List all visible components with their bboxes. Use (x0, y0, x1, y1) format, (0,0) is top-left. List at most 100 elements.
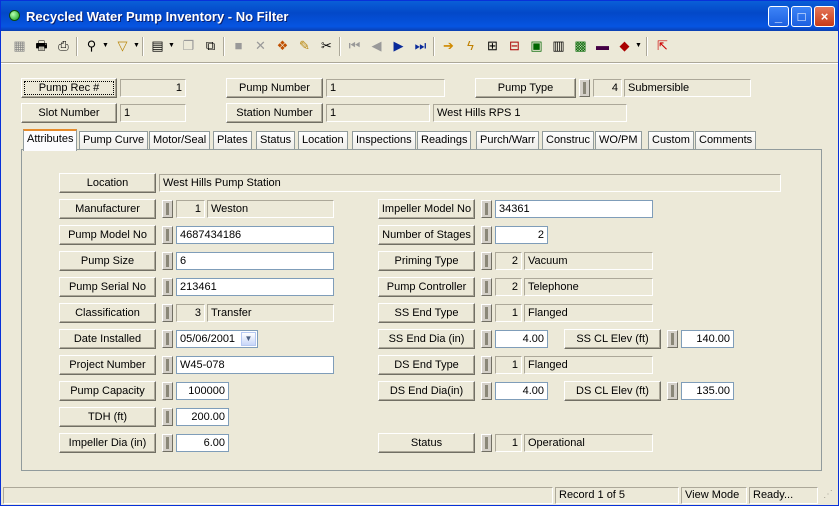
tab-motor-seal[interactable]: Motor/Seal (149, 131, 211, 150)
chevron-down-icon[interactable]: ▼ (102, 36, 109, 56)
maximize-button[interactable]: □ (791, 6, 812, 27)
project-number-button[interactable]: Project Number (59, 355, 156, 375)
pump-model-field[interactable]: 4687434186 (176, 226, 334, 244)
tab-attributes[interactable]: Attributes (23, 129, 78, 151)
binoculars-icon[interactable]: ⚲ (82, 36, 101, 56)
pump-size-button[interactable]: Pump Size (59, 251, 156, 271)
lookup-grip[interactable] (162, 226, 173, 244)
resize-grip-icon[interactable]: ⋰ (820, 487, 836, 504)
pump-type-button[interactable]: Pump Type (475, 78, 576, 98)
lookup-grip[interactable] (162, 252, 173, 270)
ds-cl-elev-field[interactable]: 135.00 (681, 382, 734, 400)
lookup-grip[interactable] (162, 434, 173, 452)
tdh-button[interactable]: TDH (ft) (59, 407, 156, 427)
jump-icon[interactable]: ➔ (439, 36, 458, 56)
lookup-grip[interactable] (481, 356, 492, 374)
pump-size-field[interactable]: 6 (176, 252, 334, 270)
pump-serial-button[interactable]: Pump Serial No (59, 277, 156, 297)
ss-end-dia-button[interactable]: SS End Dia (in) (378, 329, 475, 349)
scissors-icon[interactable]: ✂ (317, 36, 336, 56)
lookup-grip[interactable] (481, 330, 492, 348)
pump-number-button[interactable]: Pump Number (226, 78, 323, 98)
next-record-icon[interactable]: ▶ (389, 36, 408, 56)
copy-icon[interactable]: ❐ (179, 36, 198, 56)
pump-serial-field[interactable]: 213461 (176, 278, 334, 296)
last-record-icon[interactable]: ⏭ (411, 36, 430, 56)
lookup-grip[interactable] (162, 200, 173, 218)
tab-readings[interactable]: Readings (417, 131, 472, 150)
priming-type-button[interactable]: Priming Type (378, 251, 475, 271)
ds-end-dia-field[interactable]: 4.00 (495, 382, 548, 400)
chevron-down-icon[interactable]: ▼ (133, 36, 140, 56)
pump-model-button[interactable]: Pump Model No (59, 225, 156, 245)
first-record-icon[interactable]: ⏮ (345, 36, 364, 56)
tab-plates[interactable]: Plates (213, 131, 252, 150)
lookup-grip[interactable] (579, 79, 590, 97)
books-icon[interactable]: ◆ (615, 36, 634, 56)
filter-icon[interactable]: ▽ (113, 36, 132, 56)
pump-rec-button[interactable]: Pump Rec # (21, 78, 117, 98)
map-icon[interactable]: ▣ (527, 36, 546, 56)
ds-end-dia-button[interactable]: DS End Dia(in) (378, 381, 475, 401)
station-number-button[interactable]: Station Number (226, 103, 323, 123)
tab-custom[interactable]: Custom (648, 131, 694, 150)
status-button[interactable]: Status (378, 433, 475, 453)
impeller-dia-field[interactable]: 6.00 (176, 434, 229, 452)
ss-cl-elev-field[interactable]: 140.00 (681, 330, 734, 348)
previous-record-icon[interactable]: ◀ (367, 36, 386, 56)
delete-icon[interactable]: ✕ (251, 36, 270, 56)
minimize-button[interactable]: _ (768, 6, 789, 27)
impeller-dia-button[interactable]: Impeller Dia (in) (59, 433, 156, 453)
tab-purch-warr[interactable]: Purch/Warr (476, 131, 540, 150)
tab-comments[interactable]: Comments (695, 131, 757, 150)
tree-icon[interactable]: ⊟ (505, 36, 524, 56)
tab-pump-curve[interactable]: Pump Curve (79, 131, 149, 150)
books-icon[interactable]: ▬ (593, 36, 612, 56)
classification-button[interactable]: Classification (59, 303, 156, 323)
ss-end-dia-field[interactable]: 4.00 (495, 330, 548, 348)
manufacturer-button[interactable]: Manufacturer (59, 199, 156, 219)
lookup-grip[interactable] (481, 200, 492, 218)
tdh-field[interactable]: 200.00 (176, 408, 229, 426)
ss-end-type-button[interactable]: SS End Type (378, 303, 475, 323)
close-button[interactable]: × (814, 6, 835, 27)
save-icon[interactable]: ■ (229, 36, 248, 56)
tab-inspections[interactable]: Inspections (352, 131, 416, 150)
date-installed-button[interactable]: Date Installed (59, 329, 156, 349)
exit-icon[interactable]: ⇱ (653, 36, 672, 56)
lookup-grip[interactable] (162, 304, 173, 322)
lookup-grip[interactable] (162, 356, 173, 374)
location-button[interactable]: Location (59, 173, 156, 193)
lookup-grip[interactable] (162, 330, 173, 348)
calculator-icon[interactable]: ▥ (549, 36, 568, 56)
slot-number-button[interactable]: Slot Number (21, 103, 117, 123)
stack-icon[interactable]: ❖ (273, 36, 292, 56)
impeller-model-button[interactable]: Impeller Model No (378, 199, 475, 219)
pump-controller-button[interactable]: Pump Controller (378, 277, 475, 297)
lightning-icon[interactable]: ϟ (461, 36, 480, 56)
stages-field[interactable]: 2 (495, 226, 548, 244)
lookup-grip[interactable] (481, 434, 492, 452)
ds-end-type-button[interactable]: DS End Type (378, 355, 475, 375)
pencil-icon[interactable]: ✎ (295, 36, 314, 56)
ds-cl-elev-button[interactable]: DS CL Elev (ft) (564, 381, 661, 401)
lookup-grip[interactable] (481, 382, 492, 400)
chevron-down-icon[interactable]: ▼ (241, 332, 256, 346)
tab-status[interactable]: Status (256, 131, 296, 150)
date-installed-picker[interactable]: 05/06/2001 ▼ (176, 330, 258, 348)
lookup-grip[interactable] (481, 304, 492, 322)
lookup-grip[interactable] (481, 278, 492, 296)
impeller-model-field[interactable]: 34361 (495, 200, 653, 218)
lookup-grip[interactable] (162, 408, 173, 426)
project-number-field[interactable]: W45-078 (176, 356, 334, 374)
chevron-down-icon[interactable]: ▼ (168, 36, 175, 56)
lookup-grip[interactable] (667, 330, 678, 348)
chevron-down-icon[interactable]: ▼ (635, 36, 642, 56)
tab-location[interactable]: Location (298, 131, 348, 150)
lookup-grip[interactable] (162, 278, 173, 296)
link-icon[interactable]: ⊞ (483, 36, 502, 56)
print-icon[interactable]: 🖶 (32, 36, 51, 56)
print-preview-icon[interactable]: ⎙ (54, 36, 73, 56)
tab-wo-pm[interactable]: WO/PM (595, 131, 642, 150)
pump-capacity-field[interactable]: 100000 (176, 382, 229, 400)
